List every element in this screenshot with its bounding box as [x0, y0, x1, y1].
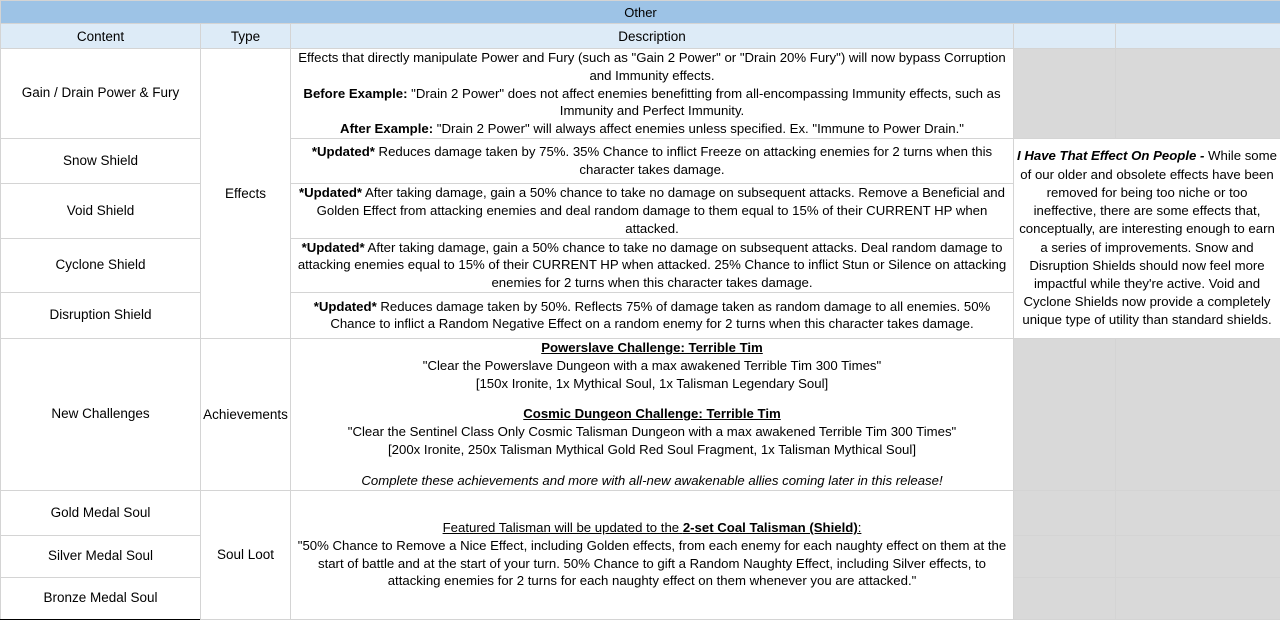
- cell-type-effects[interactable]: Effects: [201, 49, 291, 339]
- cell-blank-gray: [1014, 577, 1116, 619]
- spreadsheet-sheet: Other Content Type Description Gain / Dr…: [0, 0, 1280, 584]
- table-title: Other: [1, 1, 1280, 24]
- cell-blank-gray: [1014, 535, 1116, 577]
- desc-line: [200x Ironite, 250x Talisman Mythical Go…: [291, 441, 1013, 459]
- desc-line: Before Example: "Drain 2 Power" does not…: [291, 85, 1013, 121]
- desc-heading-tail: :: [858, 520, 862, 535]
- desc-heading-bold: 2-set Coal Talisman (Shield): [683, 520, 858, 535]
- desc-heading: Cosmic Dungeon Challenge: Terrible Tim: [291, 405, 1013, 423]
- desc-line: After Example: "Drain 2 Power" will alwa…: [291, 120, 1013, 138]
- cell-content-new-challenges[interactable]: New Challenges: [1, 338, 201, 490]
- cell-content-disruption-shield[interactable]: Disruption Shield: [1, 292, 201, 338]
- desc-text: Reduces damage taken by 50%. Reflects 75…: [330, 299, 990, 332]
- cell-description-disruption-shield[interactable]: *Updated* Reduces damage taken by 50%. R…: [291, 292, 1014, 338]
- table-row: Gain / Drain Power & Fury Effects Effect…: [1, 49, 1280, 139]
- desc-text: "Drain 2 Power" will always affect enemi…: [433, 121, 964, 136]
- column-header-row: Content Type Description: [1, 24, 1280, 49]
- column-header-content[interactable]: Content: [1, 24, 201, 49]
- cell-description-gain-drain[interactable]: Effects that directly manipulate Power a…: [291, 49, 1014, 139]
- desc-label: *Updated*: [312, 144, 375, 159]
- cell-blank-gray: [1116, 338, 1280, 490]
- desc-heading: Featured Talisman will be updated to the…: [291, 519, 1013, 537]
- cell-content-silver-medal-soul[interactable]: Silver Medal Soul: [1, 535, 201, 577]
- column-header-extra-1[interactable]: [1014, 24, 1116, 49]
- column-header-description[interactable]: Description: [291, 24, 1014, 49]
- cell-description-void-shield[interactable]: *Updated* After taking damage, gain a 50…: [291, 184, 1014, 238]
- cell-content-snow-shield[interactable]: Snow Shield: [1, 139, 201, 184]
- desc-line: *Updated* Reduces damage taken by 75%. 3…: [291, 143, 1013, 179]
- desc-line: *Updated* After taking damage, gain a 50…: [291, 239, 1013, 292]
- desc-text: Reduces damage taken by 75%. 35% Chance …: [375, 144, 992, 177]
- desc-heading-text: Featured Talisman will be updated to the: [443, 520, 683, 535]
- table-row: Snow Shield *Updated* Reduces damage tak…: [1, 139, 1280, 184]
- cell-description-cyclone-shield[interactable]: *Updated* After taking damage, gain a 50…: [291, 238, 1014, 292]
- cell-type-achievements[interactable]: Achievements: [201, 338, 291, 490]
- cell-content-cyclone-shield[interactable]: Cyclone Shield: [1, 238, 201, 292]
- patch-notes-table: Other Content Type Description Gain / Dr…: [0, 0, 1280, 620]
- desc-line: "Clear the Powerslave Dungeon with a max…: [291, 357, 1013, 375]
- desc-line: Effects that directly manipulate Power a…: [291, 49, 1013, 85]
- desc-text: After taking damage, gain a 50% chance t…: [298, 240, 1006, 291]
- cell-blank-gray: [1116, 535, 1280, 577]
- cell-blank-gray: [1014, 490, 1116, 535]
- cell-blank-gray: [1116, 49, 1280, 139]
- cell-blank-gray: [1116, 577, 1280, 619]
- desc-line: "Clear the Sentinel Class Only Cosmic Ta…: [291, 423, 1013, 441]
- desc-spacer: [291, 459, 1013, 472]
- cell-content-gain-drain[interactable]: Gain / Drain Power & Fury: [1, 49, 201, 139]
- desc-line: [150x Ironite, 1x Mythical Soul, 1x Tali…: [291, 375, 1013, 393]
- desc-text: After taking damage, gain a 50% chance t…: [317, 185, 1005, 236]
- desc-line: *Updated* After taking damage, gain a 50…: [291, 184, 1013, 237]
- table-title-row: Other: [1, 1, 1280, 24]
- table-row: New Challenges Achievements Powerslave C…: [1, 338, 1280, 490]
- cell-blank-gray: [1014, 338, 1116, 490]
- cell-blank-gray: [1014, 49, 1116, 139]
- desc-text: "Drain 2 Power" does not affect enemies …: [408, 86, 1001, 119]
- desc-line: *Updated* Reduces damage taken by 50%. R…: [291, 298, 1013, 334]
- table-row: Gold Medal Soul Soul Loot Featured Talis…: [1, 490, 1280, 535]
- cell-type-soul-loot[interactable]: Soul Loot: [201, 490, 291, 619]
- column-header-extra-2[interactable]: [1116, 24, 1280, 49]
- desc-label: After Example:: [340, 121, 433, 136]
- cell-content-bronze-medal-soul[interactable]: Bronze Medal Soul: [1, 577, 201, 619]
- cell-content-void-shield[interactable]: Void Shield: [1, 184, 201, 238]
- side-note-body: While some of our older and obsolete eff…: [1019, 148, 1277, 327]
- cell-description-soul-loot[interactable]: Featured Talisman will be updated to the…: [291, 490, 1014, 619]
- side-note-title: I Have That Effect On People -: [1017, 148, 1204, 163]
- side-note-panel: I Have That Effect On People - While som…: [1014, 139, 1280, 339]
- desc-label: *Updated*: [302, 240, 365, 255]
- cell-blank-gray: [1116, 490, 1280, 535]
- column-header-type[interactable]: Type: [201, 24, 291, 49]
- desc-label: *Updated*: [314, 299, 377, 314]
- desc-label: Before Example:: [303, 86, 407, 101]
- cell-description-new-challenges[interactable]: Powerslave Challenge: Terrible Tim "Clea…: [291, 338, 1014, 490]
- desc-line: "50% Chance to Remove a Nice Effect, inc…: [291, 537, 1013, 590]
- desc-spacer: [291, 392, 1013, 405]
- desc-heading: Powerslave Challenge: Terrible Tim: [291, 339, 1013, 357]
- desc-note: Complete these achievements and more wit…: [291, 472, 1013, 490]
- cell-description-snow-shield[interactable]: *Updated* Reduces damage taken by 75%. 3…: [291, 139, 1014, 184]
- desc-label: *Updated*: [299, 185, 362, 200]
- cell-content-gold-medal-soul[interactable]: Gold Medal Soul: [1, 490, 201, 535]
